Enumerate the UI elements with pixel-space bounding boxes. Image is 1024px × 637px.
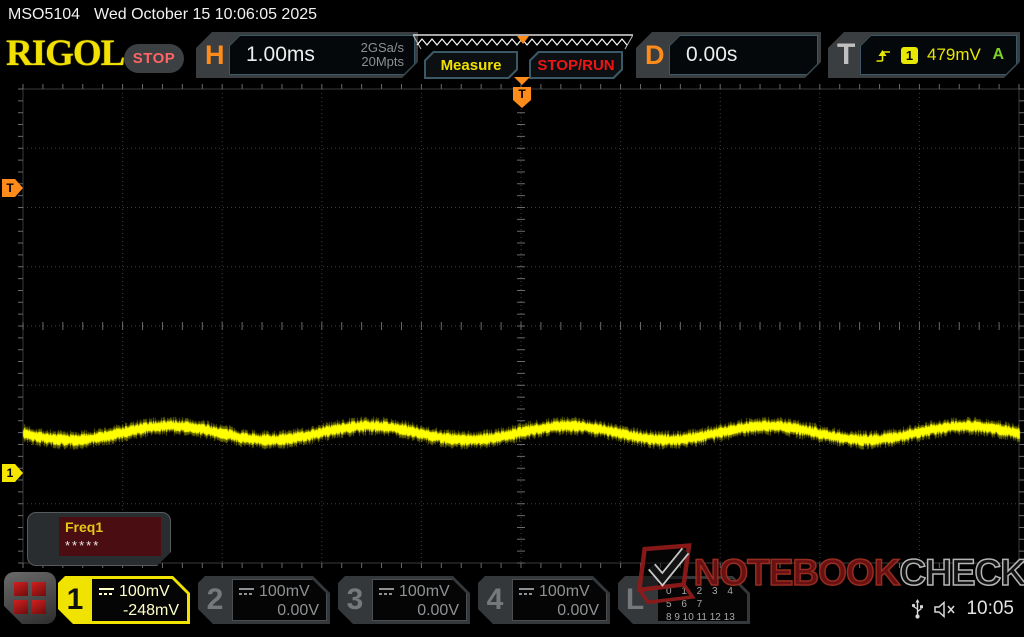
dc-coupling-icon bbox=[239, 588, 254, 595]
channel3-offset: 0.00V bbox=[379, 602, 459, 622]
channel1-trace bbox=[0, 82, 1024, 568]
channel3-scale: 100mV bbox=[399, 583, 450, 601]
measurement-name: Freq1 bbox=[65, 519, 155, 535]
channel4-scale: 100mV bbox=[539, 583, 590, 601]
measurement-value: ***** bbox=[65, 538, 155, 553]
memory-depth: 20Mpts bbox=[361, 54, 404, 69]
channel4-offset: 0.00V bbox=[519, 602, 599, 622]
sample-rate: 2GSa/s bbox=[361, 40, 404, 55]
menu-grid-icon bbox=[14, 582, 46, 614]
trigger-level-value: 479mV bbox=[927, 45, 981, 65]
channel2-scale: 100mV bbox=[259, 583, 310, 601]
stop-run-button[interactable]: STOP/RUN bbox=[529, 51, 623, 79]
horizontal-position-indicator[interactable] bbox=[413, 34, 633, 50]
dc-coupling-icon bbox=[99, 588, 114, 595]
trigger-position-triangle[interactable] bbox=[514, 77, 530, 85]
channel1-offset: -248mV bbox=[99, 602, 179, 622]
dc-coupling-icon bbox=[379, 588, 394, 595]
trigger-label: T bbox=[837, 32, 855, 78]
rigol-logo: RIGOL bbox=[6, 32, 124, 75]
status-bar: MSO5104 Wed October 15 10:06:05 2025 bbox=[0, 0, 1024, 30]
menu-button[interactable] bbox=[4, 572, 56, 624]
logic-analyzer-badge[interactable]: L 0 1 2 3 4 5 6 7 8 9 10 11 12 13 14 15 bbox=[618, 576, 750, 624]
speaker-muted-icon[interactable] bbox=[933, 600, 957, 619]
run-state-indicator: STOP bbox=[124, 44, 184, 73]
channel2-badge[interactable]: 2 100mV 0.00V bbox=[198, 576, 330, 624]
measurement-panel[interactable]: Freq1 ***** bbox=[27, 512, 171, 566]
dc-coupling-icon bbox=[519, 588, 534, 595]
channel1-badge[interactable]: 1 100mV -248mV bbox=[58, 576, 190, 624]
channel-bar: 1 100mV -248mV 2 100mV 0.00V 3 100mV 0.0… bbox=[0, 568, 1024, 630]
system-tray: 10:05 bbox=[911, 598, 1014, 620]
waveform-display: T T 1 Freq1 ***** bbox=[0, 82, 1024, 568]
device-model: MSO5104 bbox=[8, 6, 80, 24]
channel3-badge[interactable]: 3 100mV 0.00V bbox=[338, 576, 470, 624]
logic-label: L bbox=[618, 576, 652, 624]
trigger-source-badge: 1 bbox=[901, 47, 918, 64]
channel2-offset: 0.00V bbox=[239, 602, 319, 622]
status-datetime: Wed October 15 10:06:05 2025 bbox=[94, 6, 317, 24]
measure-button[interactable]: Measure bbox=[424, 51, 518, 79]
trigger-edge-icon bbox=[875, 47, 892, 64]
trigger-sweep-mode: A bbox=[992, 46, 1004, 64]
usb-icon bbox=[911, 598, 924, 620]
horizontal-label: H bbox=[205, 32, 225, 78]
channel1-scale: 100mV bbox=[119, 583, 170, 601]
header-toolbar: RIGOL STOP H 1.00ms 2GSa/s 20Mpts Measur… bbox=[0, 30, 1024, 82]
clock-time: 10:05 bbox=[966, 598, 1014, 620]
logic-bits-8-15: 8 9 10 11 12 13 14 15 bbox=[666, 611, 743, 637]
delay-label: D bbox=[645, 32, 665, 78]
logic-bits-0-7: 0 1 2 3 4 5 6 7 bbox=[666, 585, 743, 611]
delay-value: 0.00s bbox=[670, 43, 817, 67]
horizontal-timebase-box[interactable]: H 1.00ms 2GSa/s 20Mpts bbox=[196, 32, 418, 78]
delay-box[interactable]: D 0.00s bbox=[636, 32, 821, 78]
channel4-badge[interactable]: 4 100mV 0.00V bbox=[478, 576, 610, 624]
timebase-value: 1.00ms bbox=[230, 43, 361, 67]
trigger-box[interactable]: T 1 479mV A bbox=[828, 32, 1020, 78]
